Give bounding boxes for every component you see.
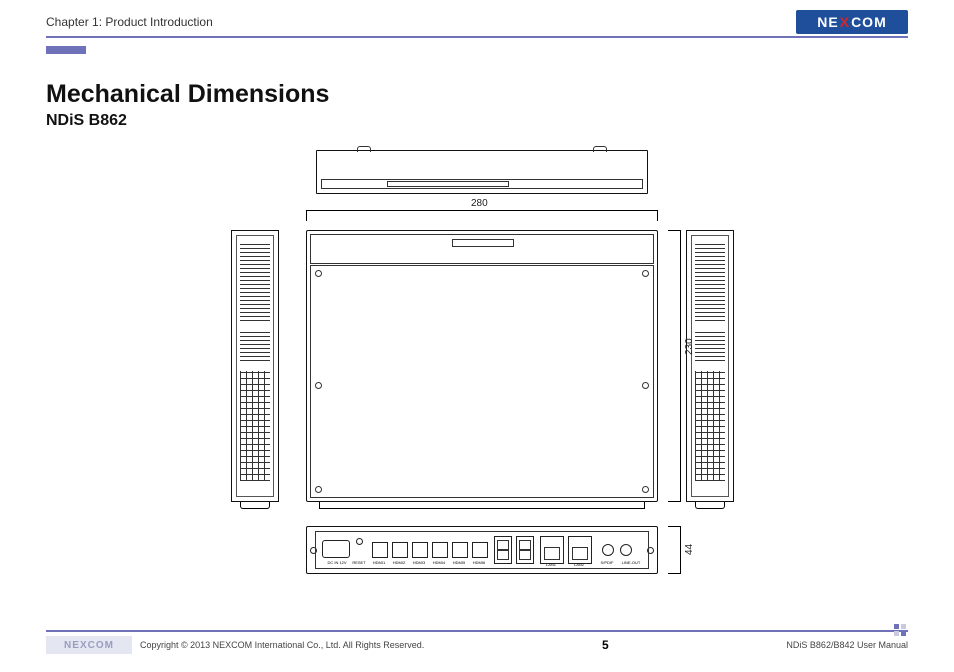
hdmi3-label: HDMI3 [410,560,428,565]
page-number: 5 [602,638,609,652]
header-rule [46,36,908,38]
dc-label: DC IN 12V [322,560,352,565]
top-lid [310,234,654,264]
audio-jack-icon [620,544,632,556]
side-view-left [231,230,279,502]
lan-port-icon [568,536,592,564]
page-title: Mechanical Dimensions [46,80,329,109]
dim-height-label: 44 [684,544,695,555]
lan1-label: LAN1 [540,562,562,567]
hdmi6-label: HDMI6 [470,560,488,565]
hdmi2-label: HDMI2 [390,560,408,565]
brand-post: COM [88,640,114,651]
spdif-label: S/PDIF [596,560,618,565]
usb-stack-icon [494,536,512,564]
vent-grid-icon [695,371,725,481]
screw-icon [642,486,649,493]
screw-icon [315,270,322,277]
vent-slots-icon [240,241,270,321]
reset-label: RESET [350,560,368,565]
side-foot [695,502,725,509]
lan2-label: LAN2 [568,562,590,567]
top-view [306,230,658,502]
brand-pre: NE [64,640,80,651]
vent-grid-icon [240,371,270,481]
lid-notch [452,239,514,247]
usb-stack-icon [516,536,534,564]
front-bump [357,146,371,152]
lineout-label: LINE-OUT [616,560,646,565]
dim-depth-label: 230 [684,338,695,355]
hdmi-port-icon [432,542,448,558]
rear-view: DC IN 12V RESET HDMI1 HDMI2 HDMI3 HDMI4 … [306,526,658,574]
brand-x-icon: X [840,14,850,30]
hdmi-port-icon [472,542,488,558]
copyright-text: Copyright © 2013 NEXCOM International Co… [140,640,424,650]
reset-hole-icon [356,538,363,545]
front-bump [593,146,607,152]
side-view-right [686,230,734,502]
hdmi-port-icon [372,542,388,558]
header-tab-stub [46,46,86,54]
front-view [316,150,648,194]
footer-rule [46,630,908,632]
rear-inner: DC IN 12V RESET HDMI1 HDMI2 HDMI3 HDMI4 … [315,531,649,569]
brand-pre: NE [817,14,838,30]
brand-logo: NEXCOM [796,10,908,34]
vent-slots-icon [240,331,270,361]
hdmi-port-icon [452,542,468,558]
dim-width-label: 280 [471,198,488,209]
front-slot [387,181,509,187]
doc-title: NDiS B862/B842 User Manual [786,640,908,650]
hdmi-port-icon [412,542,428,558]
hdmi-port-icon [392,542,408,558]
dim-width-bracket [306,210,658,221]
footer-corner-icon [894,624,908,636]
footer-logo: NEXCOM [46,636,132,654]
brand-x-icon: X [80,640,88,651]
hdmi4-label: HDMI4 [430,560,448,565]
side-foot [240,502,270,509]
screw-icon [315,486,322,493]
dimensions-figure: 280 230 [46,140,908,590]
hdmi5-label: HDMI5 [450,560,468,565]
chapter-label: Chapter 1: Product Introduction [46,15,213,29]
vent-slots-icon [695,331,725,361]
screw-icon [642,382,649,389]
hdmi1-label: HDMI1 [370,560,388,565]
dim-height-bracket [668,526,681,574]
screw-icon [642,270,649,277]
brand-post: COM [851,14,887,30]
top-panel [310,265,654,498]
dc-jack-icon [322,540,350,558]
dim-depth-bracket [668,230,681,502]
vent-slots-icon [695,241,725,321]
lan-port-icon [540,536,564,564]
screw-icon [315,382,322,389]
page-subtitle: NDiS B862 [46,112,127,130]
audio-jack-icon [602,544,614,556]
top-foot [319,502,645,509]
